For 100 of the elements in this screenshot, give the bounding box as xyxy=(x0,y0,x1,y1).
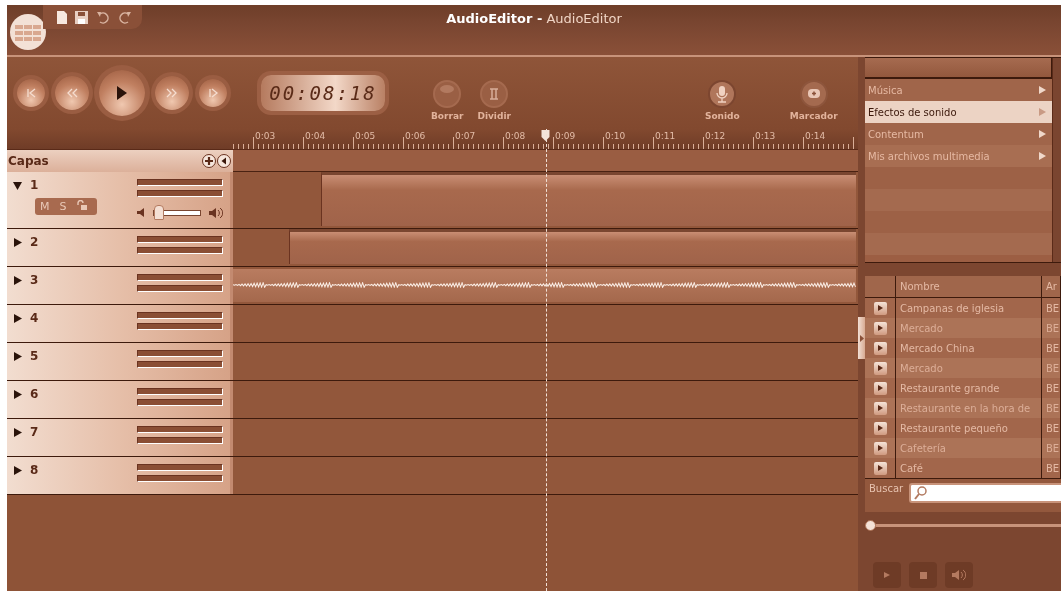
layer-header[interactable]: 2 xyxy=(7,229,233,266)
play-icon xyxy=(877,445,883,451)
layer-number: 1 xyxy=(30,178,39,192)
play-button[interactable] xyxy=(873,301,887,315)
table-cell: Mercado China xyxy=(895,338,1042,358)
expand-arrow-icon[interactable] xyxy=(13,237,22,247)
category-item[interactable]: Contentum xyxy=(865,123,1052,145)
ruler-label: 0:04 xyxy=(305,131,326,141)
save-icon[interactable] xyxy=(75,10,88,24)
scrollbar[interactable] xyxy=(1052,58,1061,262)
play-icon xyxy=(877,365,883,371)
redo-icon[interactable] xyxy=(118,10,132,24)
layer-number: 2 xyxy=(30,235,39,249)
layer-number: 5 xyxy=(30,349,39,363)
layer-header[interactable]: 6 xyxy=(7,381,233,418)
arrow-icon xyxy=(1039,86,1046,94)
table-cell: Restaurante en la hora de xyxy=(895,398,1042,418)
layer-header[interactable]: 1 M S xyxy=(7,172,233,228)
play-icon xyxy=(877,325,883,331)
add-icon[interactable] xyxy=(202,154,216,168)
panel-title: Capas xyxy=(8,154,49,168)
layer-number: 8 xyxy=(30,463,39,477)
play-icon xyxy=(877,385,883,391)
toggle-button[interactable]: S xyxy=(54,198,72,215)
column-header[interactable]: Nombre xyxy=(895,276,1042,298)
toggle-button[interactable]: M xyxy=(35,198,55,215)
play-button[interactable] xyxy=(873,461,887,475)
start-button[interactable] xyxy=(17,79,45,107)
table-cell: Mercado xyxy=(895,358,1042,378)
arrow-icon xyxy=(1039,130,1046,138)
split-button[interactable]: Dividir xyxy=(477,79,511,121)
lock-icon xyxy=(76,200,88,210)
table-cell: Cafetería xyxy=(895,438,1042,458)
play-icon xyxy=(877,405,883,411)
collapse-arrow-icon[interactable] xyxy=(13,180,22,190)
volume-button[interactable] xyxy=(945,562,973,588)
play-button[interactable] xyxy=(873,341,887,355)
category-item[interactable]: Música xyxy=(865,79,1052,101)
search-label: Buscar xyxy=(869,483,904,494)
layer-number: 3 xyxy=(30,273,39,287)
expand-arrow-icon[interactable] xyxy=(13,465,22,475)
skip-back-icon xyxy=(25,88,37,98)
table-cell: Mercado xyxy=(895,318,1042,338)
skip-forward-icon xyxy=(207,88,219,98)
play-icon xyxy=(877,305,883,311)
ruler-label: 0:12 xyxy=(705,131,726,141)
ruler-label: 0:11 xyxy=(655,131,676,141)
category-item[interactable]: Efectos de sonido xyxy=(865,101,1052,123)
ruler-label: 0:10 xyxy=(605,131,626,141)
play-button[interactable] xyxy=(873,401,887,415)
play-button[interactable] xyxy=(873,441,887,455)
microphone-icon xyxy=(707,79,738,109)
layer-header[interactable]: 4 xyxy=(7,305,233,342)
search-field[interactable] xyxy=(909,483,1061,503)
stop-button[interactable] xyxy=(909,562,937,588)
ruler-label: 0:13 xyxy=(755,131,776,141)
table-cell: Restaurante pequeño xyxy=(895,418,1042,438)
layer-number: 6 xyxy=(30,387,39,401)
table-cell: Café xyxy=(895,458,1042,478)
end-button[interactable] xyxy=(199,79,227,107)
play-icon xyxy=(877,425,883,431)
expand-arrow-icon[interactable] xyxy=(13,275,22,285)
ruler-label: 0:05 xyxy=(355,131,376,141)
speaker-icon xyxy=(952,569,966,581)
expand-arrow-icon[interactable] xyxy=(13,427,22,437)
search-icon xyxy=(914,486,928,500)
new-document-icon[interactable] xyxy=(57,10,67,24)
table-cell: Restaurante grande xyxy=(895,378,1042,398)
expand-tab[interactable] xyxy=(858,317,865,359)
marker-button[interactable]: Marcador xyxy=(789,79,838,121)
play-icon xyxy=(877,345,883,351)
layer-header[interactable]: 7 xyxy=(7,419,233,456)
layer-header[interactable]: 3 xyxy=(7,267,233,304)
ruler-label: 0:07 xyxy=(455,131,476,141)
play-icon xyxy=(883,571,891,579)
play-button[interactable] xyxy=(873,321,887,335)
layer-header[interactable]: 8 xyxy=(7,457,233,494)
ruler-label: 0:14 xyxy=(805,131,826,141)
record-button[interactable]: Sonido xyxy=(704,79,740,121)
erase-button[interactable]: Borrar xyxy=(431,79,464,121)
collapse-icon[interactable] xyxy=(217,154,231,168)
layer-header[interactable]: 5 xyxy=(7,343,233,380)
undo-icon[interactable] xyxy=(96,10,110,24)
split-icon xyxy=(479,79,510,109)
play-button[interactable] xyxy=(873,421,887,435)
expand-arrow-icon[interactable] xyxy=(13,351,22,361)
category-item[interactable]: Mis archivos multimedia xyxy=(865,145,1052,167)
playhead-handle[interactable] xyxy=(541,130,550,141)
layer-number: 7 xyxy=(30,425,39,439)
app-logo-icon[interactable] xyxy=(9,13,47,51)
audio-clip[interactable] xyxy=(320,172,856,226)
expand-arrow-icon[interactable] xyxy=(13,313,22,323)
play-button[interactable] xyxy=(873,361,887,375)
slider-thumb[interactable] xyxy=(153,205,164,220)
expand-arrow-icon xyxy=(859,334,864,342)
expand-arrow-icon[interactable] xyxy=(13,389,22,399)
layer-number: 4 xyxy=(30,311,39,325)
marker-icon xyxy=(798,79,829,109)
play-button[interactable] xyxy=(873,381,887,395)
slider-thumb[interactable] xyxy=(865,520,876,531)
